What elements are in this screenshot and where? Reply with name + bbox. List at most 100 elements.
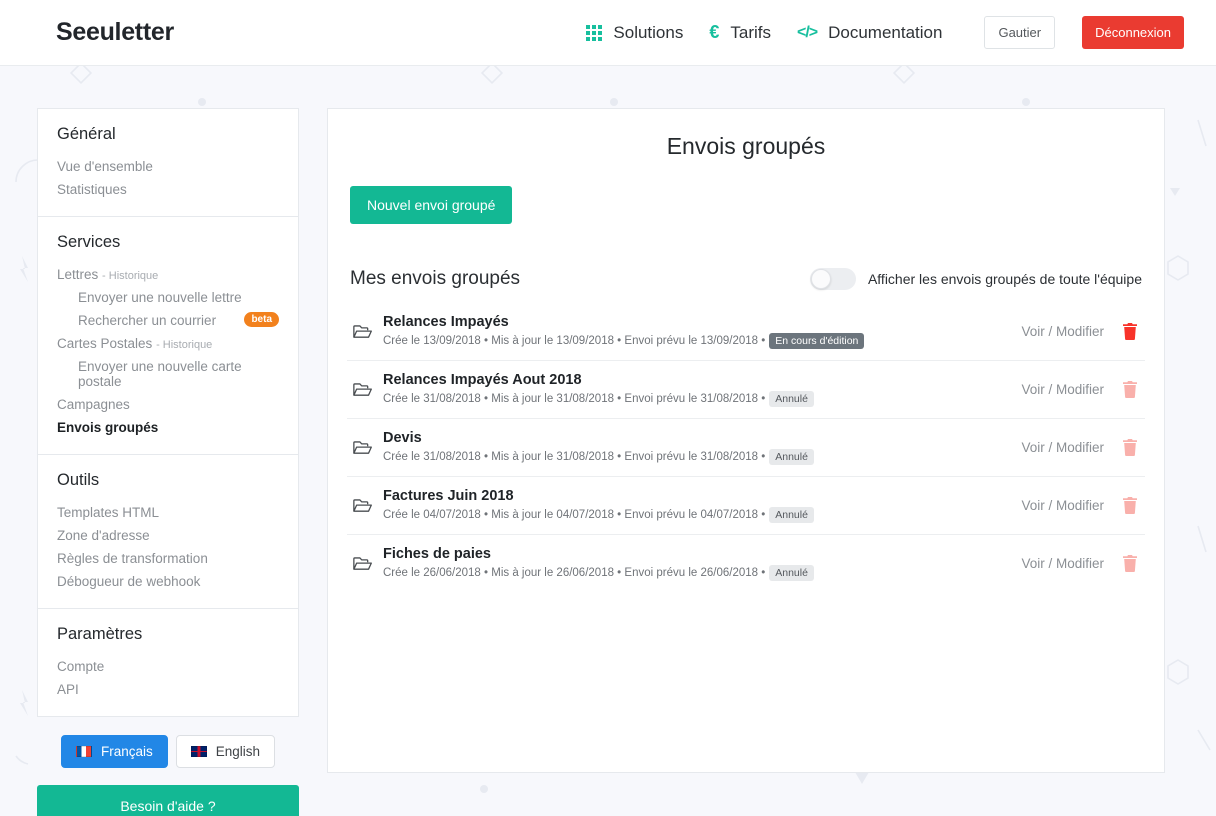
nav-item-tarifs[interactable]: € Tarifs <box>709 22 771 43</box>
row-body: Relances Impayés Aout 2018 Crée le 31/08… <box>383 372 1021 407</box>
language-button-english[interactable]: English <box>175 735 276 768</box>
row-dates: Crée le 31/08/2018 • Mis à jour le 31/08… <box>383 393 766 405</box>
sidebar-item-zone-adresse[interactable]: Zone d'adresse <box>57 524 279 547</box>
table-row[interactable]: Relances Impayés Crée le 13/09/2018 • Mi… <box>347 303 1145 361</box>
language-label: Français <box>100 744 153 759</box>
sidebar-item-label: Lettres <box>57 267 99 282</box>
table-row[interactable]: Relances Impayés Aout 2018 Crée le 31/08… <box>347 361 1145 419</box>
sidebar-card: Général Vue d'ensemble Statistiques Serv… <box>37 108 299 717</box>
grid-icon <box>586 24 603 41</box>
beta-badge: beta <box>244 312 279 327</box>
row-body: Devis Crée le 31/08/2018 • Mis à jour le… <box>383 430 1021 465</box>
sidebar-item-regles-transformation[interactable]: Règles de transformation <box>57 547 279 570</box>
folder-open-icon <box>353 556 383 572</box>
main-content-card: Envois groupés Nouvel envoi groupé Mes e… <box>327 108 1165 773</box>
sidebar-item-campagnes[interactable]: Campagnes <box>57 393 279 416</box>
delete-icon[interactable] <box>1122 381 1140 398</box>
nav-label-solutions: Solutions <box>613 22 684 42</box>
sidebar-item-envois-groupes[interactable]: Envois groupés <box>57 416 279 439</box>
folder-open-icon <box>353 440 383 456</box>
table-row[interactable]: Fiches de paies Crée le 26/06/2018 • Mis… <box>347 535 1145 592</box>
new-bulk-send-button[interactable]: Nouvel envoi groupé <box>350 186 513 224</box>
row-meta: Crée le 04/07/2018 • Mis à jour le 04/07… <box>383 507 1021 523</box>
view-edit-link[interactable]: Voir / Modifier <box>1021 382 1104 397</box>
status-badge: Annulé <box>769 391 814 407</box>
row-dates: Crée le 31/08/2018 • Mis à jour le 31/08… <box>383 451 766 463</box>
list-header: Mes envois groupés Afficher les envois g… <box>350 268 1142 290</box>
sidebar-item-api[interactable]: API <box>57 678 279 701</box>
status-badge: Annulé <box>769 565 814 581</box>
sidebar-item-debogueur-webhook[interactable]: Débogueur de webhook <box>57 570 279 593</box>
row-dates: Crée le 04/07/2018 • Mis à jour le 04/07… <box>383 509 766 521</box>
row-dates: Crée le 13/09/2018 • Mis à jour le 13/09… <box>383 335 766 347</box>
sidebar-item-vue-densemble[interactable]: Vue d'ensemble <box>57 155 279 178</box>
sidebar-item-suffix: - Historique <box>156 339 213 351</box>
euro-icon: € <box>709 22 720 42</box>
code-icon: </> <box>796 23 818 41</box>
row-body: Factures Juin 2018 Crée le 04/07/2018 • … <box>383 488 1021 523</box>
team-filter-label: Afficher les envois groupés de toute l'é… <box>867 271 1142 287</box>
sidebar-item-label: Cartes Postales <box>57 336 153 351</box>
folder-open-icon <box>353 498 383 514</box>
row-title: Devis <box>383 430 422 446</box>
table-row[interactable]: Factures Juin 2018 Crée le 04/07/2018 • … <box>347 477 1145 535</box>
team-filter-toggle[interactable] <box>809 268 856 290</box>
sidebar-item-rechercher-courrier[interactable]: Rechercher un courrier beta <box>57 309 279 332</box>
view-edit-link[interactable]: Voir / Modifier <box>1021 498 1104 513</box>
brand-logo[interactable]: Seeuletter <box>56 18 174 47</box>
sidebar-item-lettres[interactable]: Lettres - Historique <box>57 263 279 286</box>
team-toggle-wrap: Afficher les envois groupés de toute l'é… <box>809 268 1142 290</box>
logout-button[interactable]: Déconnexion <box>1082 16 1184 49</box>
sidebar-item-statistiques[interactable]: Statistiques <box>57 178 279 201</box>
uk-flag-icon <box>190 746 207 757</box>
view-edit-link[interactable]: Voir / Modifier <box>1021 556 1104 571</box>
status-badge: Annulé <box>769 507 814 523</box>
nav-item-documentation[interactable]: </> Documentation <box>797 23 942 43</box>
delete-icon[interactable] <box>1122 497 1140 514</box>
sidebar-group-title: Services <box>57 233 121 251</box>
sidebar-item-cartes-postales[interactable]: Cartes Postales - Historique <box>57 332 279 355</box>
sidebar-item-label: Rechercher un courrier <box>78 313 217 328</box>
delete-icon[interactable] <box>1122 555 1140 572</box>
french-flag-icon <box>75 746 92 757</box>
sidebar-item-templates-html[interactable]: Templates HTML <box>57 501 279 524</box>
row-title: Relances Impayés Aout 2018 <box>383 372 582 388</box>
delete-icon[interactable] <box>1122 439 1140 456</box>
table-row[interactable]: Devis Crée le 31/08/2018 • Mis à jour le… <box>347 419 1145 477</box>
language-label: English <box>215 744 261 759</box>
row-body: Relances Impayés Crée le 13/09/2018 • Mi… <box>383 314 1021 349</box>
folder-open-icon <box>353 324 383 340</box>
page-body: Général Vue d'ensemble Statistiques Serv… <box>0 66 1216 816</box>
sidebar-item-envoyer-nouvelle-lettre[interactable]: Envoyer une nouvelle lettre <box>57 286 279 309</box>
language-button-french[interactable]: Français <box>60 735 168 768</box>
sidebar-group-services: Services Lettres - Historique Envoyer un… <box>38 217 298 455</box>
nav-label-tarifs: Tarifs <box>730 22 771 42</box>
row-title: Fiches de paies <box>383 546 491 562</box>
row-meta: Crée le 31/08/2018 • Mis à jour le 31/08… <box>383 391 1021 407</box>
status-badge: Annulé <box>769 449 814 465</box>
sidebar-group-parametres: Paramètres Compte API <box>38 609 298 716</box>
nav-label-documentation: Documentation <box>828 22 943 42</box>
sidebar-group-general: Général Vue d'ensemble Statistiques <box>38 109 298 217</box>
delete-icon[interactable] <box>1122 323 1140 340</box>
row-meta: Crée le 26/06/2018 • Mis à jour le 26/06… <box>383 565 1021 581</box>
sidebar-item-suffix: - Historique <box>102 270 159 282</box>
bulk-send-list: Relances Impayés Crée le 13/09/2018 • Mi… <box>347 303 1145 592</box>
toggle-knob <box>810 269 831 289</box>
language-switcher: Français English <box>37 735 299 768</box>
page-title: Envois groupés <box>666 133 826 159</box>
nav-item-solutions[interactable]: Solutions <box>586 23 683 43</box>
sidebar-group-outils: Outils Templates HTML Zone d'adresse Règ… <box>38 455 298 609</box>
help-button[interactable]: Besoin d'aide ? <box>37 785 299 816</box>
sidebar-item-envoyer-nouvelle-carte-postale[interactable]: Envoyer une nouvelle carte postale <box>57 355 279 393</box>
user-account-button[interactable]: Gautier <box>984 16 1056 49</box>
sidebar-group-title: Paramètres <box>57 625 143 643</box>
view-edit-link[interactable]: Voir / Modifier <box>1021 440 1104 455</box>
list-title: Mes envois groupés <box>350 268 521 289</box>
row-dates: Crée le 26/06/2018 • Mis à jour le 26/06… <box>383 567 766 579</box>
sidebar-item-compte[interactable]: Compte <box>57 655 279 678</box>
sidebar-group-title: Outils <box>57 471 100 489</box>
row-body: Fiches de paies Crée le 26/06/2018 • Mis… <box>383 546 1021 581</box>
sidebar: Général Vue d'ensemble Statistiques Serv… <box>37 108 299 816</box>
view-edit-link[interactable]: Voir / Modifier <box>1021 324 1104 339</box>
